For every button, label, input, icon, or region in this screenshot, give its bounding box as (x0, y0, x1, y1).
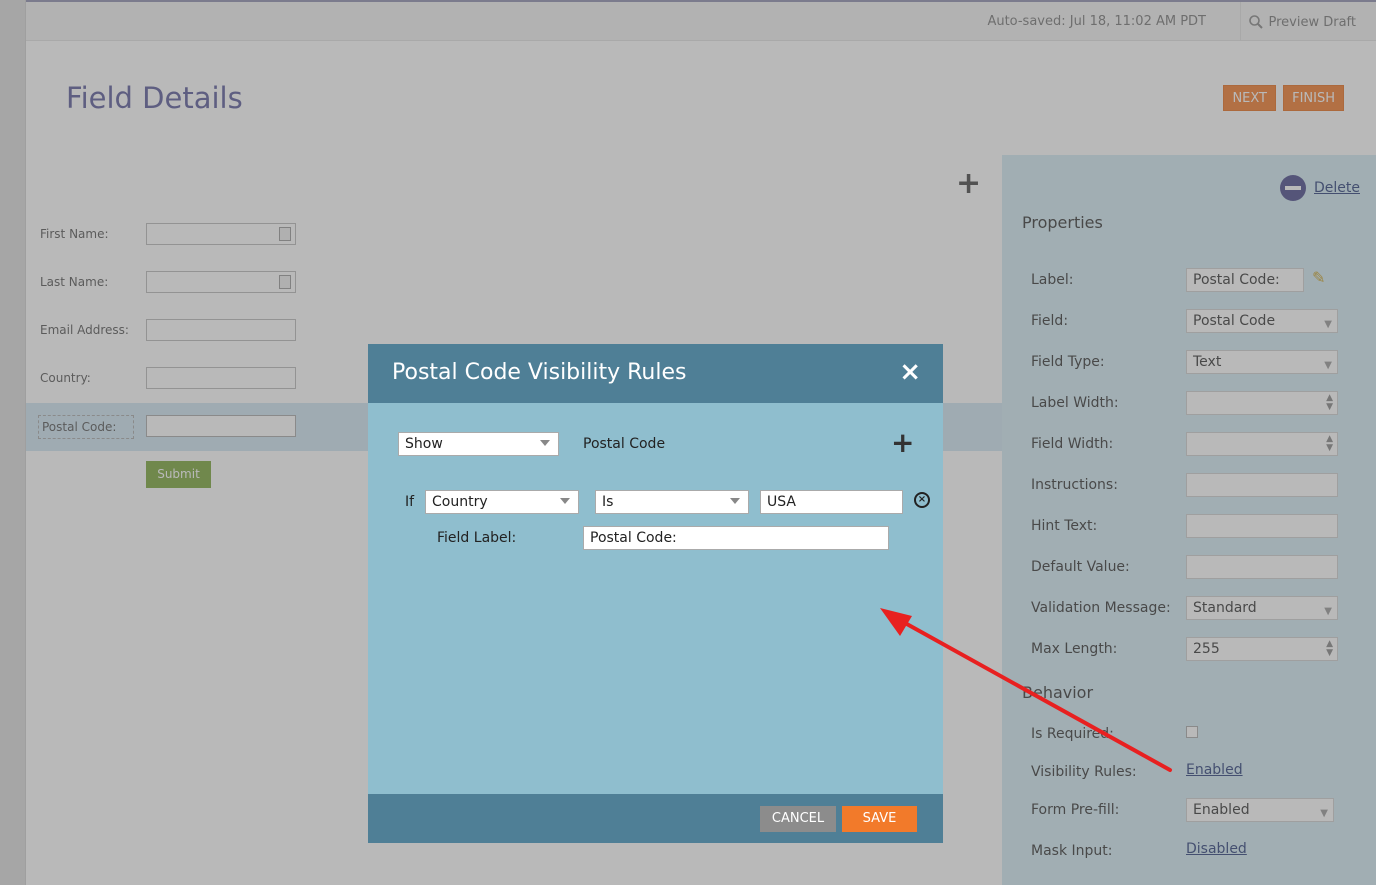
add-rule-plus-icon[interactable]: + (891, 429, 914, 457)
modal-footer: CANCEL SAVE (368, 794, 943, 843)
field-label-label: Field Label: (437, 530, 517, 546)
chevron-down-icon (540, 440, 550, 446)
target-field-name: Postal Code (583, 436, 666, 452)
operator-value: Is (602, 494, 614, 510)
operator-select[interactable]: Is (595, 490, 749, 514)
close-icon[interactable]: × (899, 358, 921, 386)
condition-value-input[interactable]: USA (760, 490, 903, 514)
condition-field-value: Country (432, 494, 488, 510)
chevron-down-icon (560, 498, 570, 504)
modal-title: Postal Code Visibility Rules (392, 360, 687, 385)
condition-field-select[interactable]: Country (425, 490, 579, 514)
modal-body: Show Postal Code + If Country Is USA × F… (368, 403, 943, 794)
remove-condition-icon[interactable]: × (914, 492, 930, 508)
cancel-button[interactable]: CANCEL (760, 806, 836, 832)
modal-header: Postal Code Visibility Rules × (368, 344, 943, 403)
visibility-rules-modal: Postal Code Visibility Rules × Show Post… (368, 344, 943, 843)
if-label: If (405, 494, 415, 510)
action-select[interactable]: Show (398, 432, 559, 456)
action-value: Show (405, 436, 443, 452)
chevron-down-icon (730, 498, 740, 504)
field-label-input[interactable]: Postal Code: (583, 526, 889, 550)
save-button[interactable]: SAVE (842, 806, 917, 832)
